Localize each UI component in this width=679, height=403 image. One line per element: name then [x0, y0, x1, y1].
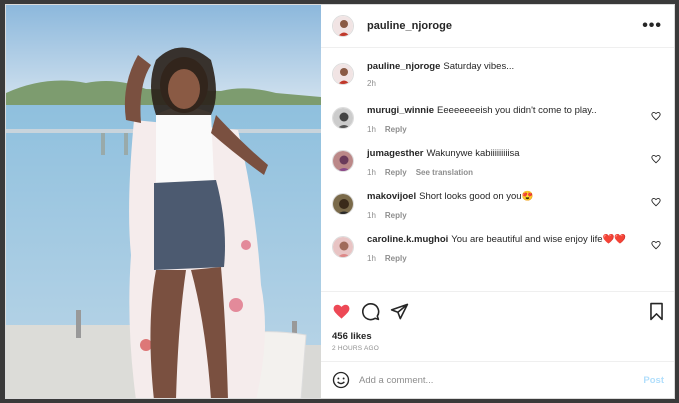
list-item: murugi_winnie Eeeeeeeeish you didn't come… [332, 105, 663, 134]
heart-outline-icon[interactable] [651, 111, 661, 121]
post-details-panel: pauline_njoroge ••• pauline_njoroge Satur… [321, 5, 674, 398]
comments-list: pauline_njoroge Saturday vibes... 2h muru… [321, 48, 674, 291]
avatar[interactable] [332, 150, 354, 172]
post-author-username[interactable]: pauline_njoroge [367, 20, 452, 32]
comment-time: 1h [367, 211, 376, 220]
add-comment-bar: Post [321, 361, 674, 398]
reply-button[interactable]: Reply [385, 168, 407, 177]
avatar[interactable] [332, 193, 354, 215]
avatar[interactable] [332, 107, 354, 129]
list-item: jumagesther Wakunywe kabiiiiiiiiisa 1h Rep… [332, 148, 663, 177]
paper-plane-icon[interactable] [390, 302, 409, 321]
post-header: pauline_njoroge ••• [321, 5, 674, 48]
comment-text: Eeeeeeeeish you didn't come to play.. [437, 105, 597, 116]
avatar[interactable] [332, 63, 354, 85]
post-modal: pauline_njoroge ••• pauline_njoroge Satur… [5, 4, 675, 399]
reply-button[interactable]: Reply [385, 254, 407, 263]
see-translation-button[interactable]: See translation [416, 168, 473, 177]
caption-text: pauline_njoroge Saturday vibes... [367, 61, 663, 73]
heart-outline-icon[interactable] [651, 154, 661, 164]
likes-count[interactable]: 456 likes [321, 331, 674, 342]
post-image[interactable] [6, 5, 321, 398]
avatar[interactable] [332, 236, 354, 258]
caption-body: Saturday vibes... [443, 61, 515, 72]
comment-time: 1h [367, 125, 376, 134]
comment-username[interactable]: jumagesther [367, 148, 424, 159]
list-item: makovijoel Short looks good on you😍 1h Rep… [332, 191, 663, 220]
bookmark-icon[interactable] [647, 302, 666, 321]
post-timestamp: 2 HOURS AGO [332, 345, 379, 352]
reply-button[interactable]: Reply [385, 211, 407, 220]
heart-outline-icon[interactable] [651, 197, 661, 207]
avatar[interactable] [332, 15, 354, 37]
comment-text: You are beautiful and wise enjoy life❤️❤… [451, 234, 627, 245]
action-bar [321, 291, 674, 331]
caption-time: 2h [367, 79, 376, 88]
caption-username[interactable]: pauline_njoroge [367, 61, 440, 72]
list-item: caroline.k.mughoi You are beautiful and w… [332, 234, 663, 263]
comment-username[interactable]: makovijoel [367, 191, 416, 202]
comment-input[interactable] [359, 374, 644, 386]
heart-filled-icon[interactable] [332, 302, 351, 321]
comment-icon[interactable] [361, 302, 380, 321]
comment-time: 1h [367, 254, 376, 263]
smiley-icon[interactable] [332, 371, 350, 389]
heart-outline-icon[interactable] [651, 240, 661, 250]
comment-username[interactable]: murugi_winnie [367, 105, 434, 116]
comment-time: 1h [367, 168, 376, 177]
more-options-icon[interactable]: ••• [642, 18, 662, 34]
post-button[interactable]: Post [643, 375, 664, 386]
comment-text: Wakunywe kabiiiiiiiiisa [426, 148, 520, 159]
caption: pauline_njoroge Saturday vibes... 2h [332, 61, 663, 88]
reply-button[interactable]: Reply [385, 125, 407, 134]
comment-text: Short looks good on you😍 [419, 191, 534, 202]
comment-username[interactable]: caroline.k.mughoi [367, 234, 448, 245]
